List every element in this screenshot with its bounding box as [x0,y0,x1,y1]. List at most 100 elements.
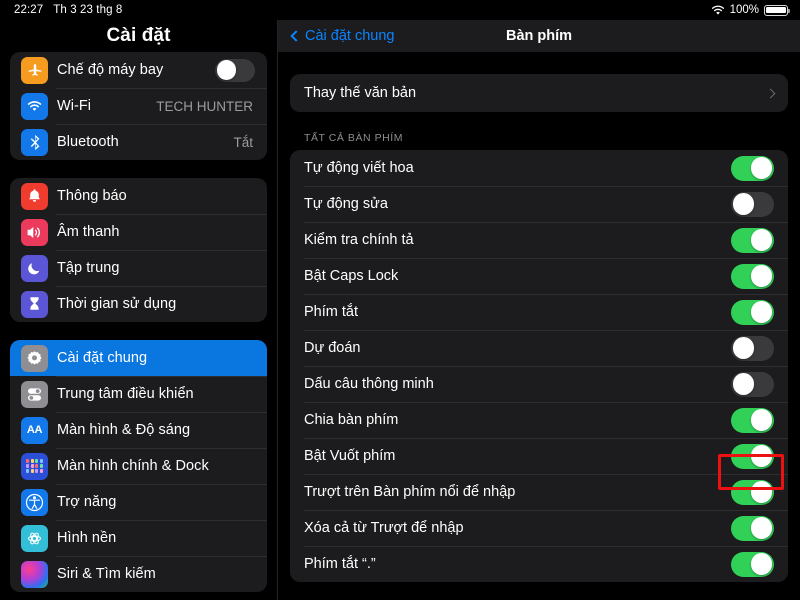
row-auto-correction[interactable]: Tự động sửa [290,186,788,222]
accessibility-icon [21,488,48,516]
row-enable-slide-to-type[interactable]: Bật Vuốt phím [290,438,788,474]
battery-percent: 100% [729,4,759,16]
bluetooth-icon [21,128,48,156]
home-screen-icon [21,452,48,480]
sidebar-item-label: Màn hình & Độ sáng [57,422,191,438]
text-replacement-row[interactable]: Thay thế văn bản [290,74,788,112]
auto-capitalization-toggle[interactable] [731,155,774,181]
row-auto-capitalization[interactable]: Tự động viết hoa [290,150,788,186]
ipad-settings-screen: 22:27 Th 3 23 thg 8 100% Cài đặt Chế độ … [0,0,800,600]
check-spelling-toggle[interactable] [731,227,774,253]
sidebar-item-general[interactable]: Cài đặt chung [10,340,267,376]
chevron-right-icon [765,88,776,98]
enable-slide-to-type-toggle[interactable] [731,443,774,469]
sidebar-item-label: Siri & Tìm kiếm [57,566,156,582]
sidebar-item-display-brightness[interactable]: AA Màn hình & Độ sáng [10,412,267,448]
period-shortcut-toggle[interactable] [731,551,774,577]
smart-punctuation-toggle[interactable] [731,371,774,397]
sidebar-item-notifications[interactable]: Thông báo [10,178,267,214]
row-slide-on-floating-keyboard[interactable]: Trượt trên Bàn phím nổi để nhập [290,474,788,510]
settings-scroll-area[interactable]: Thay thế văn bản TẤT CẢ BÀN PHÍM Tự động… [278,52,800,582]
row-label: Xóa cả từ Trượt để nhập [304,520,464,536]
sidebar-item-control-center[interactable]: Trung tâm điều khiển [10,376,267,412]
navigation-bar: Cài đặt chung Bàn phím [278,20,800,52]
row-enable-caps-lock[interactable]: Bật Caps Lock [290,258,788,294]
row-label: Phím tắt “.” [304,556,376,572]
speaker-icon [21,218,48,246]
sidebar-item-label: Bluetooth [57,134,119,150]
sidebar-item-wallpaper[interactable]: Hình nền [10,520,267,556]
status-date: Th 3 23 thg 8 [53,4,123,16]
settings-sidebar[interactable]: Cài đặt Chế độ máy bay Wi-Fi TECH HUNTER… [0,20,277,600]
top-spacer [290,52,788,74]
back-button-label: Cài đặt chung [305,28,395,44]
siri-icon [21,560,48,588]
airplane-mode-toggle[interactable] [215,58,255,82]
shortcuts-toggle[interactable] [731,299,774,325]
delete-slide-to-type-by-word-toggle[interactable] [731,515,774,541]
split-keyboard-toggle[interactable] [731,407,774,433]
control-center-icon [21,380,48,408]
status-bar-left: 22:27 Th 3 23 thg 8 [14,4,122,16]
wifi-icon [711,5,725,16]
row-shortcuts[interactable]: Phím tắt [290,294,788,330]
airplane-icon [21,56,48,84]
sidebar-item-label: Thời gian sử dụng [57,296,177,312]
row-label: Tự động sửa [304,196,388,212]
row-predictive[interactable]: Dự đoán [290,330,788,366]
sidebar-item-screen-time[interactable]: Thời gian sử dụng [10,286,267,322]
bell-icon [21,182,48,210]
sidebar-group-system: Thông báo Âm thanh Tập trung Thời gian s… [10,178,267,322]
sidebar-item-focus[interactable]: Tập trung [10,250,267,286]
chevron-left-icon [290,30,302,42]
row-label: Dấu câu thông minh [304,376,434,392]
sidebar-item-airplane-mode[interactable]: Chế độ máy bay [10,52,267,88]
enable-caps-lock-toggle[interactable] [731,263,774,289]
row-label: Chia bàn phím [304,412,399,428]
wallpaper-icon [21,524,48,552]
sidebar-item-label: Tập trung [57,260,120,276]
sidebar-item-siri-search[interactable]: Siri & Tìm kiếm [10,556,267,592]
sidebar-item-bluetooth[interactable]: Bluetooth Tắt [10,124,267,160]
sidebar-item-sounds[interactable]: Âm thanh [10,214,267,250]
sidebar-item-wifi[interactable]: Wi-Fi TECH HUNTER [10,88,267,124]
all-keyboards-card: Tự động viết hoa Tự động sửa Kiểm tra ch… [290,150,788,582]
sidebar-item-label: Thông báo [57,188,127,204]
sidebar-item-label: Hình nền [57,530,117,546]
sidebar-group-general: Cài đặt chung Trung tâm điều khiển AA Mà… [10,340,267,592]
sidebar-item-home-screen-dock[interactable]: Màn hình chính & Dock [10,448,267,484]
status-bar-right: 100% [711,4,791,16]
status-time: 22:27 [14,4,44,16]
battery-icon [764,4,791,16]
row-split-keyboard[interactable]: Chia bàn phím [290,402,788,438]
sidebar-item-label: Chế độ máy bay [57,62,164,78]
row-label: Trượt trên Bàn phím nổi để nhập [304,484,516,500]
sidebar-item-label: Màn hình chính & Dock [57,458,209,474]
aa-glyph: AA [26,424,43,436]
row-check-spelling[interactable]: Kiểm tra chính tả [290,222,788,258]
wifi-network-value: TECH HUNTER [156,98,253,114]
status-bar: 22:27 Th 3 23 thg 8 100% [0,0,800,20]
sidebar-item-label: Trung tâm điều khiển [57,386,194,402]
row-period-shortcut[interactable]: Phím tắt “.” [290,546,788,582]
text-replacement-card: Thay thế văn bản [290,74,788,112]
gear-icon [21,344,48,372]
row-delete-slide-to-type-by-word[interactable]: Xóa cả từ Trượt để nhập [290,510,788,546]
section-header-all-keyboards: TẤT CẢ BÀN PHÍM [304,132,404,144]
row-label: Dự đoán [304,340,361,356]
row-label: Kiểm tra chính tả [304,232,414,248]
sidebar-item-label: Âm thanh [57,224,120,240]
sidebar-item-accessibility[interactable]: Trợ năng [10,484,267,520]
sidebar-scroll-area[interactable]: Chế độ máy bay Wi-Fi TECH HUNTER Bluetoo… [0,52,277,592]
keyboard-settings-panel: Cài đặt chung Bàn phím Thay thế văn bản … [278,20,800,600]
hourglass-icon [21,290,48,318]
slide-on-floating-keyboard-toggle[interactable] [731,479,774,505]
row-smart-punctuation[interactable]: Dấu câu thông minh [290,366,788,402]
auto-correction-toggle[interactable] [731,191,774,217]
predictive-toggle[interactable] [731,335,774,361]
row-label: Bật Caps Lock [304,268,399,284]
app-grid-glyph [26,458,43,474]
back-button[interactable]: Cài đặt chung [290,28,395,44]
sidebar-item-label: Cài đặt chung [57,350,148,366]
wifi-icon [21,92,48,120]
